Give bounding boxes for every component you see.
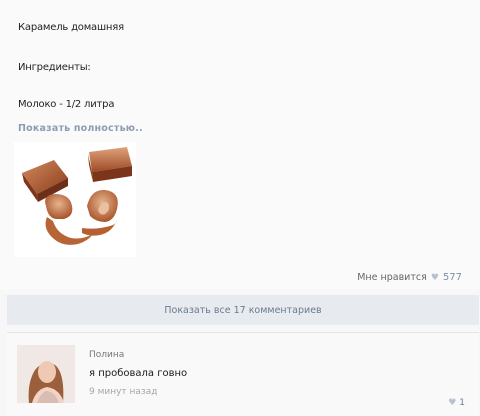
comment-likes-count: 1 xyxy=(459,398,465,408)
heart-icon: ♥ xyxy=(430,272,439,283)
comment-item: Полина я пробовала говно 9 минут назад ♥… xyxy=(7,332,479,416)
caramel-image xyxy=(22,147,132,245)
show-more-link[interactable]: Показать полностью.. xyxy=(18,123,143,134)
avatar-image xyxy=(17,345,75,403)
comment-time[interactable]: 9 минут назад xyxy=(89,387,157,397)
heart-icon: ♥ xyxy=(448,398,457,408)
likes-label: Мне нравится xyxy=(357,272,427,283)
comment-like-button[interactable]: ♥ 1 xyxy=(448,398,465,408)
avatar[interactable] xyxy=(17,345,75,403)
post-like-button[interactable]: Мне нравится ♥ 577 xyxy=(357,272,462,283)
comment-text: я пробовала говно xyxy=(89,368,188,379)
show-all-comments-button[interactable]: Показать все 17 комментариев xyxy=(7,295,479,325)
show-all-comments-label: Показать все 17 комментариев xyxy=(164,304,322,316)
post: Карамель домашняя Ингредиенты: Молоко - … xyxy=(0,0,480,290)
ingredients-label: Ингредиенты: xyxy=(18,62,91,73)
post-title: Карамель домашняя xyxy=(18,22,124,33)
likes-count: 577 xyxy=(442,272,462,283)
ingredient-line: Молоко - 1/2 литра xyxy=(18,99,115,110)
caramel-photo[interactable] xyxy=(14,142,136,257)
comment-author[interactable]: Полина xyxy=(89,350,124,360)
